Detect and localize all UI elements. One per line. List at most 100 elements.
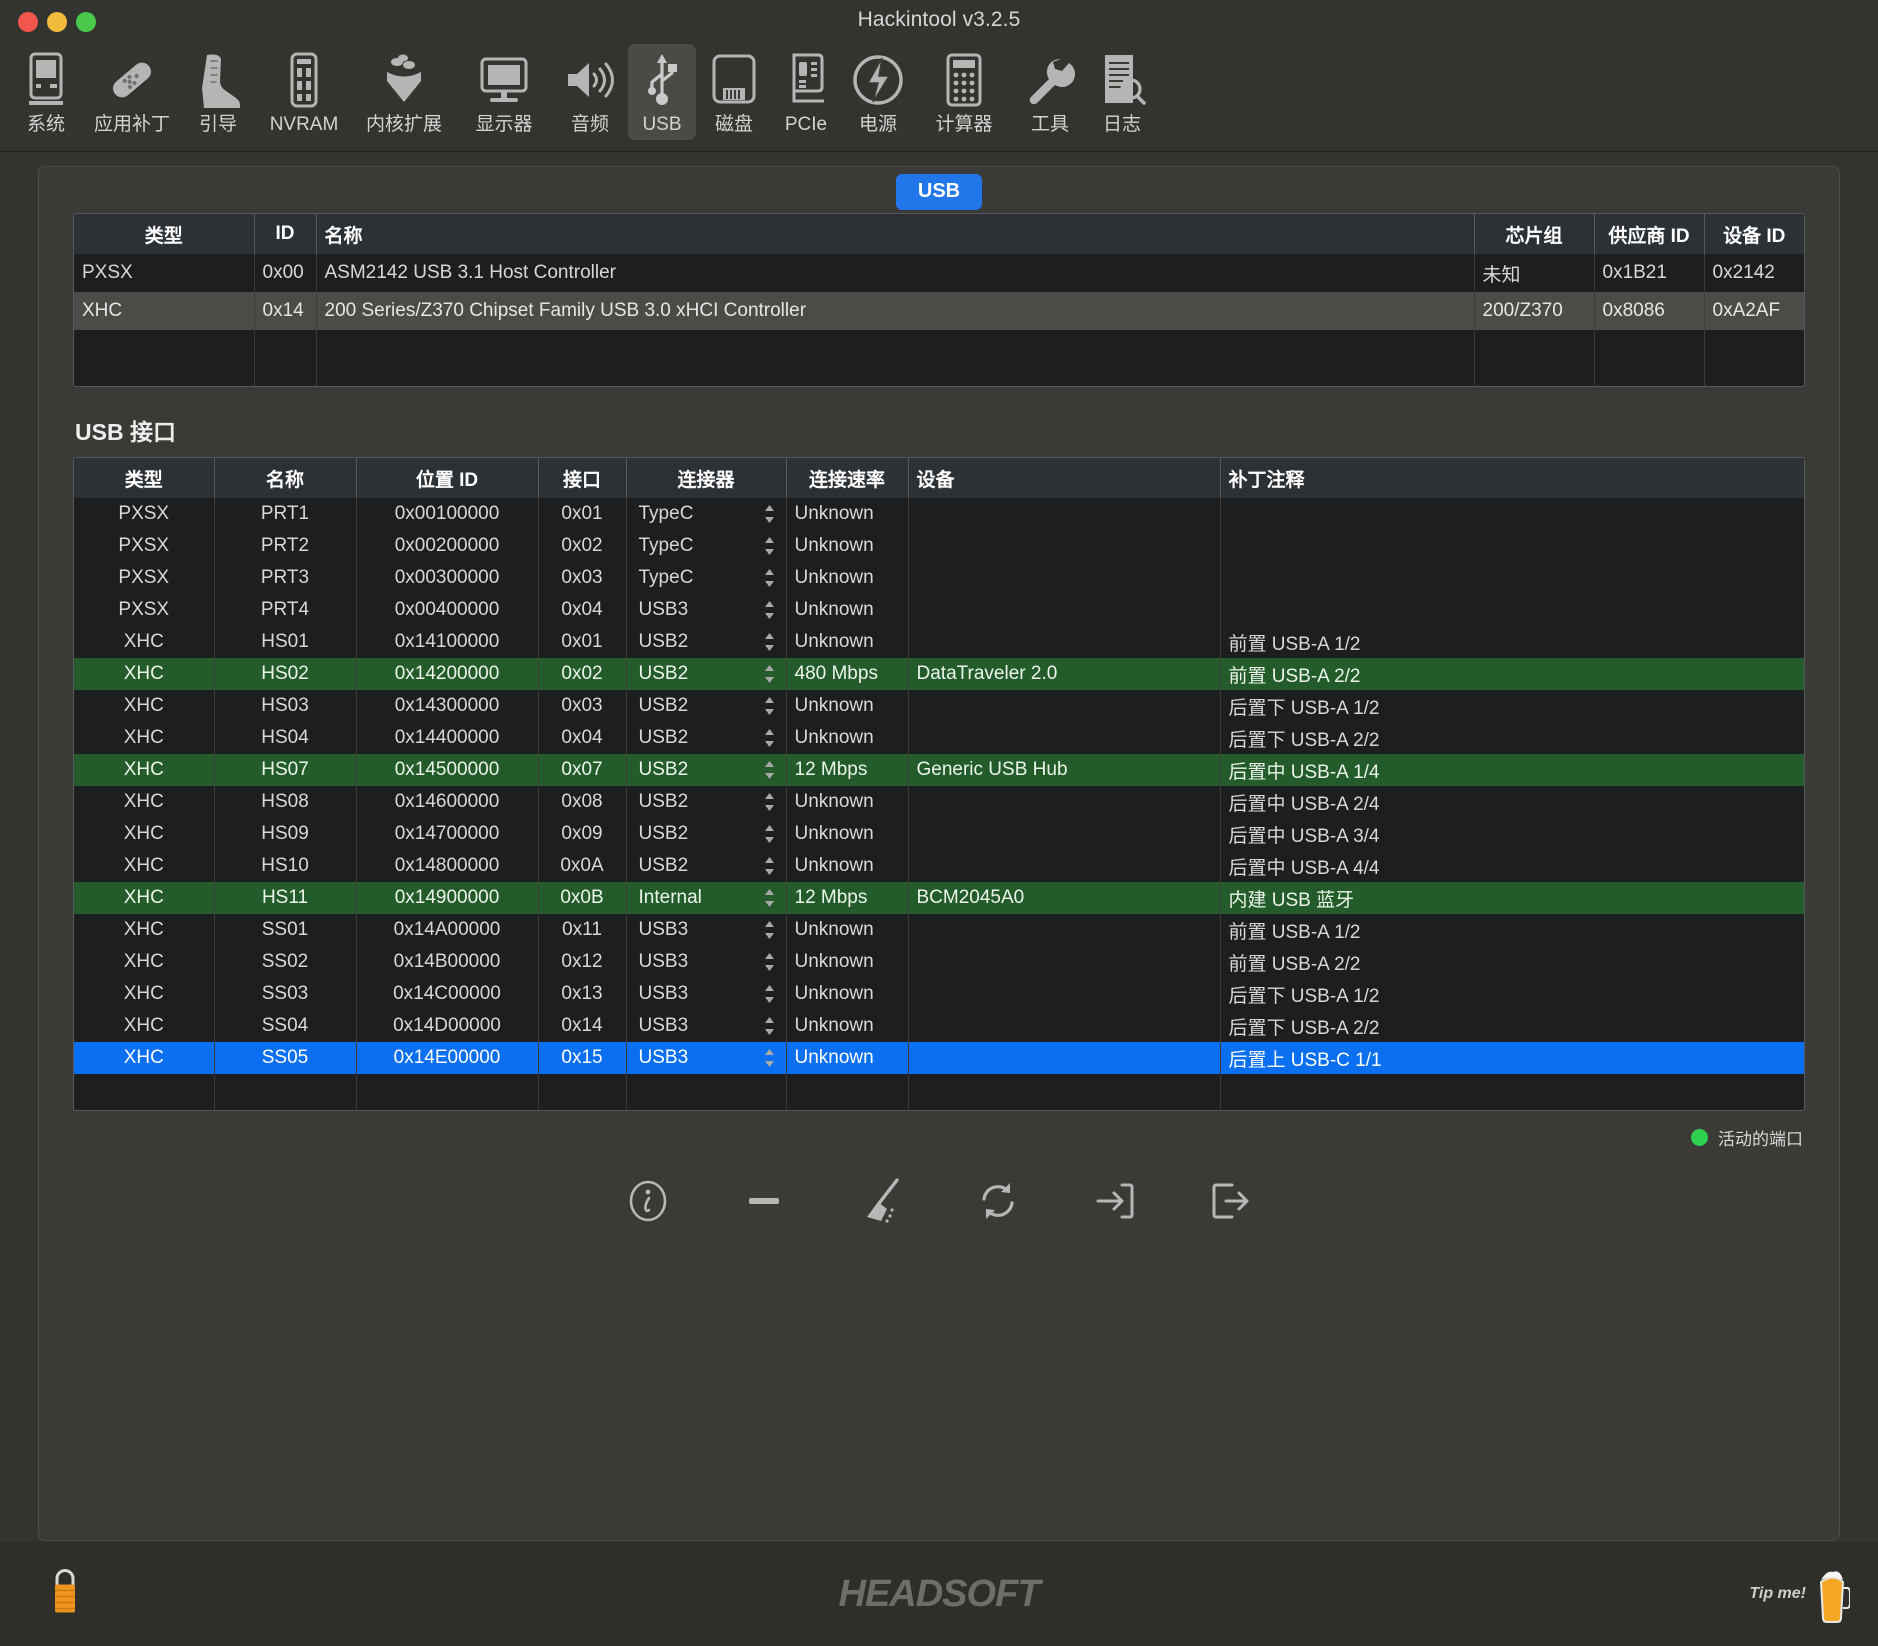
connector-stepper-icon[interactable] [763, 760, 776, 780]
connector-stepper-icon[interactable] [763, 952, 776, 972]
col-type[interactable]: 类型 [74, 214, 255, 254]
col-location[interactable]: 位置 ID [356, 458, 539, 498]
table-row[interactable]: XHC SS02 0x14B00000 0x12 USB3 Unknown 前置 USB-A… [74, 946, 1804, 978]
toolbar-item-patch[interactable]: 应用补丁 [84, 44, 180, 140]
import-button[interactable] [1090, 1177, 1138, 1225]
toolbar-item-usb[interactable]: USB [628, 44, 696, 140]
cell-connector[interactable]: USB3 [626, 594, 787, 626]
table-row[interactable]: XHC SS01 0x14A00000 0x11 USB3 Unknown 前置 USB-A… [74, 914, 1804, 946]
cell-connector[interactable]: USB2 [626, 754, 787, 786]
col-speed[interactable]: 连接速率 [786, 458, 909, 498]
col-vendor[interactable]: 供应商 ID [1594, 214, 1705, 254]
col-device[interactable]: 设备 [908, 458, 1221, 498]
connector-stepper-icon[interactable] [763, 1016, 776, 1036]
connector-stepper-icon[interactable] [763, 920, 776, 940]
tab-usb[interactable]: USB [895, 174, 983, 210]
toolbar-item-calculator[interactable]: 计算器 [916, 44, 1012, 140]
table-row[interactable]: XHC HS08 0x14600000 0x08 USB2 Unknown 后置中 USB-… [74, 786, 1804, 818]
toolbar-item-tools[interactable]: 工具 [1016, 44, 1084, 140]
table-row[interactable]: PXSX 0x00 ASM2142 USB 3.1 Host Controlle… [74, 254, 1804, 292]
connector-stepper-icon[interactable] [763, 664, 776, 684]
col-device[interactable]: 设备 ID [1704, 214, 1804, 254]
power-icon [851, 49, 905, 111]
toolbar-item-boot[interactable]: 引导 [184, 44, 252, 140]
toolbar-item-display[interactable]: 显示器 [456, 44, 552, 140]
cell-connector[interactable]: USB3 [626, 1010, 787, 1042]
export-button[interactable] [1206, 1177, 1254, 1225]
toolbar-item-log[interactable]: 日志 [1088, 44, 1156, 140]
connector-stepper-icon[interactable] [763, 856, 776, 876]
table-row[interactable]: XHC HS11 0x14900000 0x0B Internal 12 Mbps BCM2… [74, 882, 1804, 914]
col-name[interactable]: 名称 [214, 458, 357, 498]
cell-connector[interactable]: TypeC [626, 498, 787, 530]
toolbar-item-power[interactable]: 电源 [844, 44, 912, 140]
cell-connector[interactable]: TypeC [626, 562, 787, 594]
cell-port: 0x07 [538, 754, 627, 786]
cell-connector[interactable]: USB2 [626, 786, 787, 818]
tip-area[interactable]: Tip me! [1749, 1564, 1850, 1624]
cell-connector[interactable]: USB2 [626, 658, 787, 690]
table-row[interactable]: XHC HS03 0x14300000 0x03 USB2 Unknown 后置下 USB-… [74, 690, 1804, 722]
table-row[interactable]: XHC HS07 0x14500000 0x07 USB2 12 Mbps Generic … [74, 754, 1804, 786]
table-row[interactable]: XHC HS09 0x14700000 0x09 USB2 Unknown 后置中 USB-… [74, 818, 1804, 850]
table-row[interactable]: XHC HS01 0x14100000 0x01 USB2 Unknown 前置 USB-A… [74, 626, 1804, 658]
table-row[interactable]: XHC SS04 0x14D00000 0x14 USB3 Unknown 后置下 USB-… [74, 1010, 1804, 1042]
connector-stepper-icon[interactable] [763, 568, 776, 588]
broom-icon [867, 1178, 899, 1223]
toolbar-item-system[interactable]: 系统 [12, 44, 80, 140]
cell-connector[interactable]: USB2 [626, 690, 787, 722]
toolbar-item-pcie[interactable]: PCIe [772, 44, 840, 140]
col-connector[interactable]: 连接器 [626, 458, 787, 498]
cell-connector[interactable]: USB2 [626, 626, 787, 658]
info-button[interactable] [624, 1177, 672, 1225]
col-name[interactable]: 名称 [316, 214, 1475, 254]
table-row[interactable]: PXSX PRT2 0x00200000 0x02 TypeC Unknown [74, 530, 1804, 562]
connector-stepper-icon[interactable] [763, 792, 776, 812]
cell-connector[interactable]: USB2 [626, 850, 787, 882]
connector-stepper-icon[interactable] [763, 984, 776, 1004]
table-row[interactable]: PXSX PRT1 0x00100000 0x01 TypeC Unknown [74, 498, 1804, 530]
cell-connector[interactable]: Internal [626, 882, 787, 914]
col-port[interactable]: 接口 [538, 458, 627, 498]
connector-stepper-icon[interactable] [763, 632, 776, 652]
connector-stepper-icon[interactable] [763, 728, 776, 748]
refresh-button[interactable] [974, 1177, 1022, 1225]
remove-button[interactable] [740, 1177, 788, 1225]
clean-button[interactable] [856, 1176, 906, 1226]
table-row[interactable]: PXSX PRT3 0x00300000 0x03 TypeC Unknown [74, 562, 1804, 594]
table-row[interactable]: XHC SS03 0x14C00000 0x13 USB3 Unknown 后置下 USB-… [74, 978, 1804, 1010]
table-row[interactable]: XHC HS04 0x14400000 0x04 USB2 Unknown 后置下 USB-… [74, 722, 1804, 754]
cell-port: 0x11 [538, 914, 627, 946]
connector-stepper-icon[interactable] [763, 504, 776, 524]
cell-connector[interactable]: USB2 [626, 818, 787, 850]
connector-stepper-icon[interactable] [763, 824, 776, 844]
table-row[interactable]: XHC HS02 0x14200000 0x02 USB2 480 Mbps DataTra… [74, 658, 1804, 690]
cell-connector[interactable]: USB3 [626, 946, 787, 978]
connector-stepper-icon[interactable] [763, 696, 776, 716]
col-comment[interactable]: 补丁注释 [1220, 458, 1804, 498]
cell-connector[interactable]: TypeC [626, 530, 787, 562]
table-row[interactable]: PXSX PRT4 0x00400000 0x04 USB3 Unknown [74, 594, 1804, 626]
cell-connector[interactable]: USB3 [626, 1042, 787, 1074]
col-id[interactable]: ID [254, 214, 317, 254]
col-chipset[interactable]: 芯片组 [1474, 214, 1595, 254]
cell-name: HS03 [214, 690, 357, 722]
cell-connector[interactable]: USB3 [626, 978, 787, 1010]
toolbar-item-nvram[interactable]: NVRAM [256, 44, 352, 140]
table-row[interactable]: XHC 0x14 200 Series/Z370 Chipset Family … [74, 292, 1804, 330]
toolbar-item-audio[interactable]: 音频 [556, 44, 624, 140]
beer-icon[interactable] [1816, 1564, 1850, 1624]
col-type[interactable]: 类型 [74, 458, 215, 498]
connector-stepper-icon[interactable] [763, 600, 776, 620]
table-row[interactable]: XHC HS10 0x14800000 0x0A USB2 Unknown 后置中 USB-… [74, 850, 1804, 882]
connector-stepper-icon[interactable] [763, 1048, 776, 1068]
connector-value: USB2 [638, 695, 689, 716]
cell-connector[interactable]: USB2 [626, 722, 787, 754]
lock-button[interactable] [48, 1564, 82, 1625]
toolbar-item-disk[interactable]: 磁盘 [700, 44, 768, 140]
connector-stepper-icon[interactable] [763, 536, 776, 556]
connector-stepper-icon[interactable] [763, 888, 776, 908]
cell-connector[interactable]: USB3 [626, 914, 787, 946]
toolbar-item-kext[interactable]: 内核扩展 [356, 44, 452, 140]
table-row[interactable]: XHC SS05 0x14E00000 0x15 USB3 Unknown 后置上 USB-… [74, 1042, 1804, 1074]
